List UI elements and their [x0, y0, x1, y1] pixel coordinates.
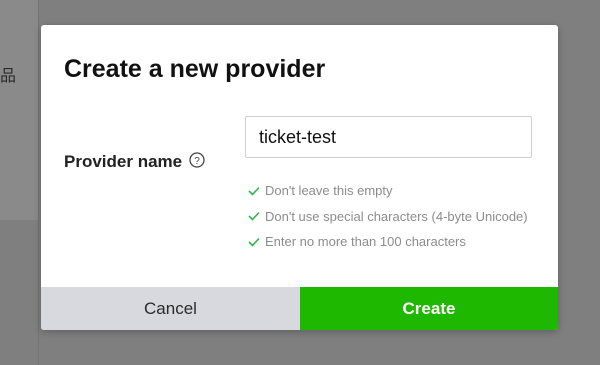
check-icon	[248, 186, 260, 196]
validation-rule: Enter no more than 100 characters	[248, 229, 528, 255]
validation-rules: Don't leave this empty Don't use special…	[248, 178, 528, 255]
create-button[interactable]: Create	[300, 287, 558, 330]
question-circle-icon[interactable]: ?	[189, 152, 205, 168]
dialog-title: Create a new provider	[64, 55, 326, 83]
background-divider	[38, 0, 39, 365]
background-text: 品	[0, 66, 17, 85]
validation-rule-text: Don't leave this empty	[265, 183, 393, 199]
provider-name-input[interactable]	[245, 116, 532, 158]
check-icon	[248, 212, 260, 221]
create-provider-dialog: Create a new provider Provider name ? Do…	[41, 25, 558, 330]
provider-name-label: Provider name	[64, 152, 183, 171]
validation-rule: Don't leave this empty	[248, 178, 528, 204]
background-panel	[0, 0, 39, 220]
validation-rule-text: Don't use special characters (4-byte Uni…	[265, 208, 528, 224]
validation-rule: Don't use special characters (4-byte Uni…	[248, 204, 528, 230]
check-icon	[248, 237, 260, 247]
svg-text:?: ?	[194, 156, 200, 167]
validation-rule-text: Enter no more than 100 characters	[265, 234, 466, 250]
cancel-button[interactable]: Cancel	[41, 287, 300, 330]
dialog-footer: Cancel Create	[41, 287, 558, 330]
